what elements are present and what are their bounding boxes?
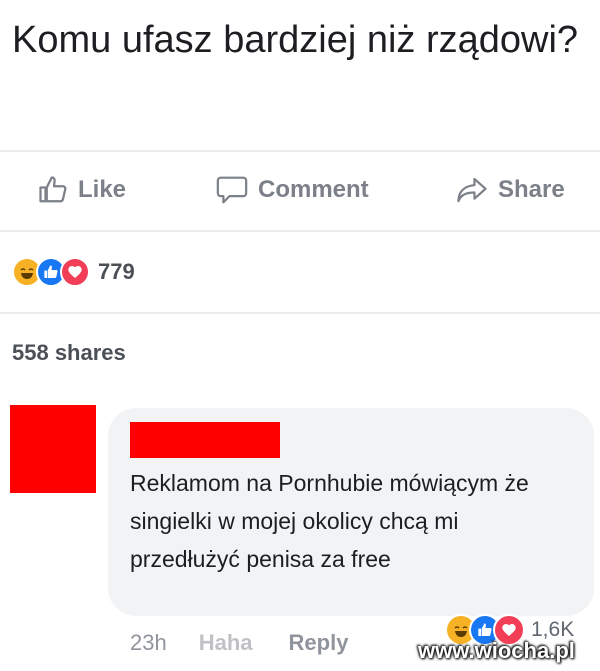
shares-count[interactable]: 558 shares <box>12 340 126 366</box>
comment-reply-button[interactable]: Reply <box>289 630 349 656</box>
share-arrow-icon <box>457 177 487 203</box>
post-text: Komu ufasz bardziej niż rządowi? <box>12 19 579 61</box>
comment-bubble: Reklamom na Pornhubie mówiącym że singie… <box>108 408 594 616</box>
share-button[interactable]: Share <box>456 168 565 212</box>
thumbs-up-icon <box>39 176 67 203</box>
reaction-count: 779 <box>98 259 135 284</box>
watermark: www.wiocha.pl <box>418 638 575 663</box>
like-button[interactable]: Like <box>38 168 126 212</box>
comment-bubble-icon <box>216 176 248 204</box>
comment-text: Reklamom na Pornhubie mówiącym że singie… <box>130 470 529 572</box>
commenter-avatar-redacted[interactable] <box>10 405 96 493</box>
comment-timestamp[interactable]: 23h <box>130 630 167 656</box>
commenter-name-redacted[interactable] <box>130 422 280 458</box>
post-actions-bar: Like Comment Share <box>0 168 600 214</box>
divider-top <box>0 150 600 152</box>
comment-haha-button[interactable]: Haha <box>199 630 253 656</box>
comment-meta: 23h Haha Reply <box>130 625 348 661</box>
reactions-summary[interactable]: 779 <box>12 255 135 289</box>
comment-button[interactable]: Comment <box>216 168 369 212</box>
comment-label: Comment <box>258 176 369 203</box>
divider-actions <box>0 230 600 232</box>
share-label: Share <box>498 176 565 203</box>
like-label: Like <box>78 176 127 203</box>
divider-reactions <box>0 312 600 314</box>
love-icon <box>60 257 90 287</box>
